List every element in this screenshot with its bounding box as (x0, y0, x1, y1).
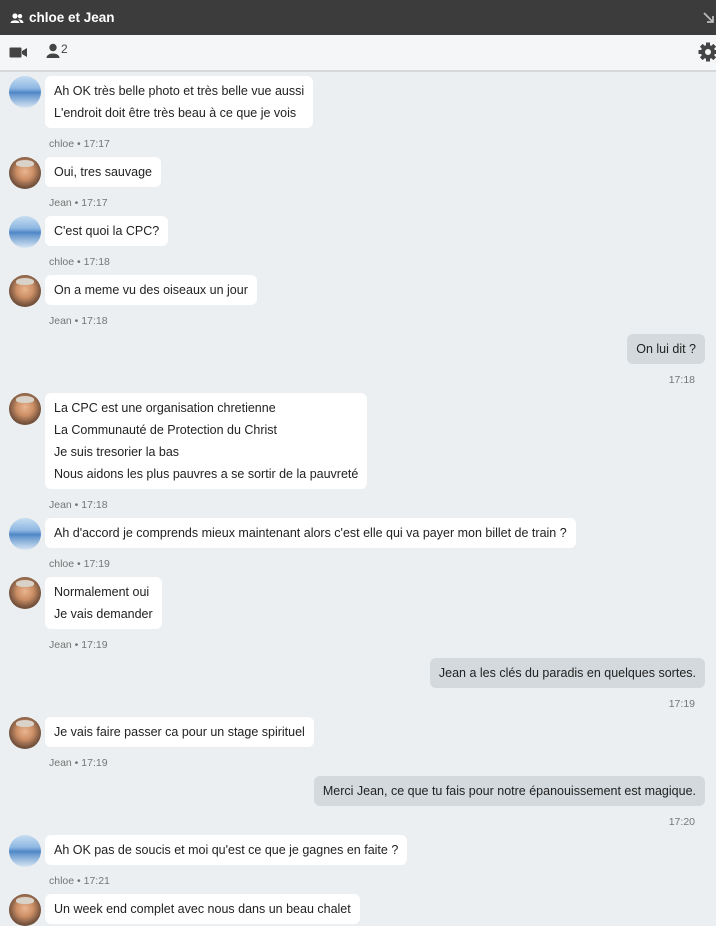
avatar-jean[interactable] (9, 393, 41, 425)
message-text: C'est quoi la CPC? (54, 224, 160, 238)
message-item: Ah d'accord je comprends mieux maintenan… (0, 518, 716, 574)
title-bar: chloe et Jean (0, 0, 716, 35)
chat-toolbar: 2 (0, 35, 716, 72)
video-camera-icon[interactable] (9, 46, 28, 59)
avatar-chloe[interactable] (9, 518, 41, 550)
message-text: Je suis tresorier la bas (54, 445, 180, 459)
message-text: On lui dit ? (636, 342, 696, 356)
message-item: Un week end complet avec nous dans un be… (0, 894, 716, 926)
message-bubble[interactable]: La CPC est une organisation chretienne La… (45, 393, 368, 489)
message-meta: Jean • 17:18 (49, 315, 108, 327)
message-meta: Jean • 17:19 (49, 757, 108, 769)
message-text: Nous aidons les plus pauvres a se sortir… (54, 467, 359, 481)
message-bubble[interactable]: Jean a les clés du paradis en quelques s… (429, 658, 705, 688)
message-item: Merci Jean, ce que tu fais pour notre ép… (0, 776, 716, 832)
message-text: Merci Jean, ce que tu fais pour notre ép… (322, 784, 696, 798)
message-meta: 17:19 (668, 698, 695, 710)
message-text: On a meme vu des oiseaux un jour (54, 283, 248, 297)
message-item: On lui dit ? 17:18 (0, 334, 716, 390)
message-bubble[interactable]: Ah d'accord je comprends mieux maintenan… (45, 518, 576, 548)
message-item: On a meme vu des oiseaux un jour Jean • 1… (0, 275, 716, 331)
avatar-chloe[interactable] (9, 216, 41, 248)
message-bubble[interactable]: On lui dit ? (627, 334, 705, 364)
message-text: Ah OK pas de soucis et moi qu'est ce que… (54, 843, 399, 857)
message-item: Je vais faire passer ca pour un stage sp… (0, 717, 716, 773)
avatar-jean[interactable] (9, 577, 41, 609)
message-bubble[interactable]: Normalement oui Je vais demander (45, 577, 162, 629)
avatar-chloe[interactable] (9, 835, 41, 867)
message-meta: chloe • 17:21 (49, 875, 110, 887)
collapse-arrow-icon[interactable] (702, 9, 716, 25)
conversation-title: chloe et Jean (29, 10, 115, 25)
message-text: Un week end complet avec nous dans un be… (54, 902, 351, 916)
message-text: Oui, tres sauvage (54, 165, 152, 179)
message-meta: Jean • 17:19 (49, 639, 108, 651)
message-bubble[interactable]: Ah OK pas de soucis et moi qu'est ce que… (45, 835, 408, 865)
message-bubble[interactable]: Ah OK très belle photo et très belle vue… (45, 76, 314, 128)
avatar-jean[interactable] (9, 717, 41, 749)
message-text: La Communauté de Protection du Christ (54, 423, 278, 437)
message-bubble[interactable]: On a meme vu des oiseaux un jour (45, 275, 257, 305)
message-meta: chloe • 17:18 (49, 256, 110, 268)
message-bubble[interactable]: Merci Jean, ce que tu fais pour notre ép… (313, 776, 705, 806)
message-bubble[interactable]: Je vais faire passer ca pour un stage sp… (45, 717, 314, 747)
message-item: Jean a les clés du paradis en quelques s… (0, 658, 716, 714)
gear-icon[interactable] (698, 42, 716, 62)
message-item: C'est quoi la CPC? chloe • 17:18 (0, 216, 716, 272)
message-meta: 17:20 (668, 816, 695, 828)
message-item: Oui, tres sauvage Jean • 17:17 (0, 157, 716, 213)
message-meta: Jean • 17:18 (49, 499, 108, 511)
message-text: Normalement oui (54, 585, 150, 599)
message-text: L'endroit doit être très beau à ce que j… (54, 106, 297, 120)
message-text: La CPC est une organisation chretienne (54, 401, 276, 415)
message-item: Ah OK très belle photo et très belle vue… (0, 76, 716, 154)
avatar-jean[interactable] (9, 157, 41, 189)
message-item: La CPC est une organisation chretienne La… (0, 393, 716, 515)
message-bubble[interactable]: C'est quoi la CPC? (45, 216, 169, 246)
participant-count: 2 (61, 42, 68, 56)
message-meta: Jean • 17:17 (49, 197, 108, 209)
message-meta: 17:18 (668, 374, 695, 386)
message-bubble[interactable]: Oui, tres sauvage (45, 157, 161, 187)
avatar-jean[interactable] (9, 275, 41, 307)
user-icon (46, 43, 60, 58)
message-text: Ah d'accord je comprends mieux maintenan… (54, 526, 567, 540)
avatar-jean[interactable] (9, 894, 41, 926)
message-text: Je vais demander (54, 607, 153, 621)
message-item: Normalement oui Je vais demander Jean • 17… (0, 577, 716, 655)
message-text: Jean a les clés du paradis en quelques s… (438, 666, 696, 680)
participants-button[interactable]: 2 (46, 42, 68, 58)
message-text: Ah OK très belle photo et très belle vue… (54, 84, 305, 98)
message-bubble[interactable]: Un week end complet avec nous dans un be… (45, 894, 360, 924)
message-meta: chloe • 17:19 (49, 558, 110, 570)
message-item: Ah OK pas de soucis et moi qu'est ce que… (0, 835, 716, 891)
message-list[interactable]: Ah OK très belle photo et très belle vue… (0, 74, 716, 926)
users-icon (10, 12, 24, 23)
message-text: Je vais faire passer ca pour un stage sp… (54, 725, 305, 739)
avatar-chloe[interactable] (9, 76, 41, 108)
message-meta: chloe • 17:17 (49, 138, 110, 150)
